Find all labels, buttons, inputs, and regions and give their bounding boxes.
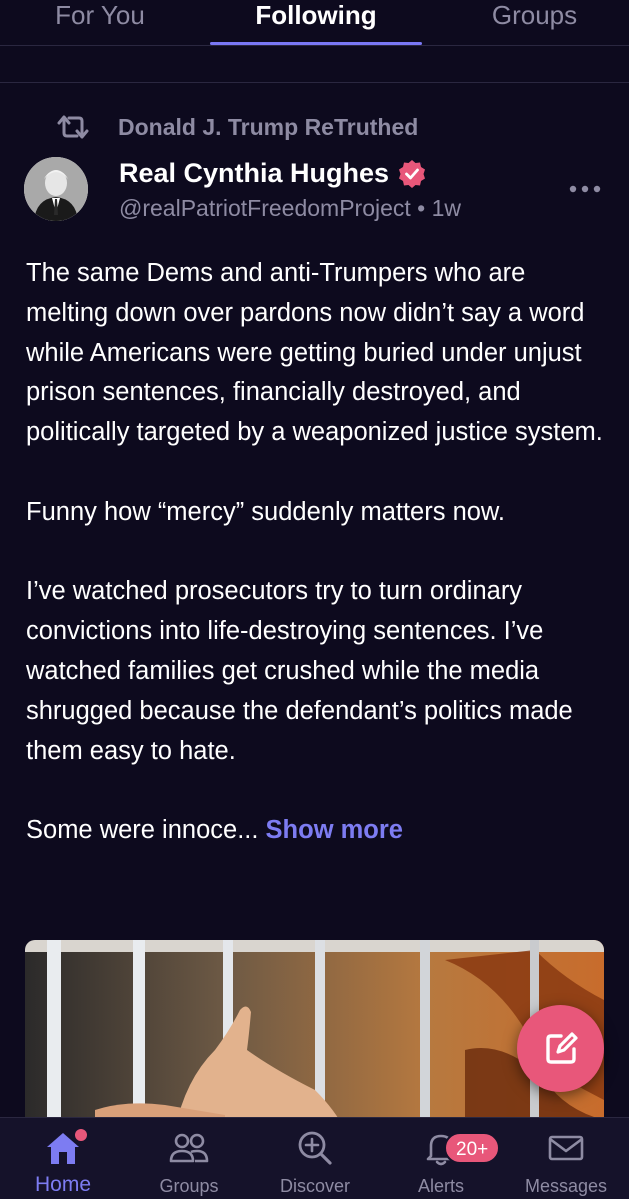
retruth-row[interactable]: Donald J. Trump ReTruthed [55, 112, 418, 142]
nav-discover-label: Discover [279, 1176, 350, 1196]
post-paragraph: The same Dems and anti-Trumpers who are … [26, 259, 603, 447]
envelope-icon [548, 1135, 584, 1161]
nav-home-label: Home [34, 1173, 92, 1196]
more-options-icon[interactable] [568, 182, 602, 196]
retruth-label[interactable]: Donald J. Trump ReTruthed [118, 114, 418, 141]
groups-icon [169, 1133, 209, 1163]
nav-messages[interactable]: Messages [503, 1118, 629, 1199]
nav-groups-label: Groups [159, 1176, 219, 1196]
home-notification-dot [75, 1129, 87, 1141]
compose-button[interactable] [517, 1005, 604, 1092]
avatar[interactable] [24, 157, 88, 221]
tab-for-you-label: For You [55, 0, 145, 30]
prison-bars-hands-image [25, 940, 604, 1130]
compose-icon [545, 1031, 578, 1064]
author-name-text: Real Cynthia Hughes [119, 158, 390, 188]
verified-badge-icon [399, 159, 426, 188]
post-image[interactable] [25, 940, 604, 1130]
discover-icon [298, 1131, 332, 1165]
avatar-image [24, 157, 88, 221]
post-body: The same Dems and anti-Trumpers who are … [26, 254, 606, 851]
nav-home[interactable]: Home [0, 1118, 126, 1199]
nav-groups[interactable]: Groups [126, 1118, 252, 1199]
post-paragraph: Funny how “mercy” suddenly matters now. [26, 497, 506, 526]
nav-alerts-label: Alerts [417, 1176, 464, 1196]
retruth-icon [57, 115, 89, 139]
bottom-nav: Home Groups Discover Alerts 20+ Messages [0, 1117, 629, 1199]
author-name[interactable]: Real Cynthia Hughes [119, 158, 427, 189]
alerts-badge: 20+ [444, 1132, 501, 1164]
post-paragraph: I’ve watched prosecutors try to turn ord… [26, 577, 573, 765]
feed-tab-bar: For You Following Groups [0, 0, 629, 46]
post-truncated-text: Some were innoce... [26, 816, 266, 845]
nav-messages-label: Messages [524, 1176, 608, 1196]
divider [0, 82, 629, 83]
tab-groups-label: Groups [491, 0, 578, 30]
tab-for-you[interactable]: For You [0, 0, 200, 46]
tab-groups[interactable]: Groups [440, 0, 629, 46]
tab-following[interactable]: Following [210, 0, 422, 46]
active-tab-indicator [210, 42, 422, 45]
show-more-link[interactable]: Show more [266, 816, 403, 844]
post-truncated-line: Some were innoce... Show more [26, 811, 606, 851]
nav-discover[interactable]: Discover [252, 1118, 378, 1199]
author-handle[interactable]: @realPatriotFreedomProject • 1w [119, 195, 461, 222]
tab-following-label: Following [255, 0, 377, 30]
